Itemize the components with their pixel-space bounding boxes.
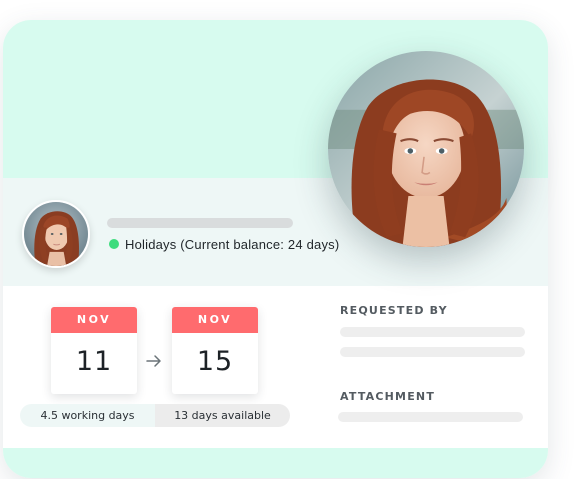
requested-by-placeholder-line <box>340 347 525 357</box>
status-dot <box>109 239 119 249</box>
employee-name-placeholder <box>107 218 293 228</box>
end-date-card: NOV 15 <box>172 307 258 394</box>
requested-by-placeholder-line <box>340 327 525 337</box>
days-available-count: 13 days available <box>155 404 290 427</box>
start-date-card: NOV 11 <box>51 307 137 394</box>
attachment-label: ATTACHMENT <box>340 390 436 403</box>
start-date-day: 11 <box>75 346 113 377</box>
attachment-placeholder-line <box>338 412 523 422</box>
employee-avatar <box>22 200 90 268</box>
leave-request-illustration: Holidays (Current balance: 24 days) NOV … <box>0 0 584 479</box>
end-date-month: NOV <box>172 307 258 333</box>
requested-by-label: REQUESTED BY <box>340 304 448 317</box>
arrow-right-icon <box>146 355 161 367</box>
leave-type-label: Holidays (Current balance: 24 days) <box>125 236 340 252</box>
start-date-month: NOV <box>51 307 137 333</box>
leave-type-row: Holidays (Current balance: 24 days) <box>109 236 339 252</box>
portrait-photo <box>328 51 524 247</box>
employee-photo-large <box>328 51 524 247</box>
end-date-day: 15 <box>196 346 234 377</box>
avatar-photo <box>24 202 88 266</box>
days-summary-pill: 4.5 working days 13 days available <box>20 404 290 427</box>
card-footer-band <box>3 448 548 478</box>
working-days-count: 4.5 working days <box>20 404 155 427</box>
